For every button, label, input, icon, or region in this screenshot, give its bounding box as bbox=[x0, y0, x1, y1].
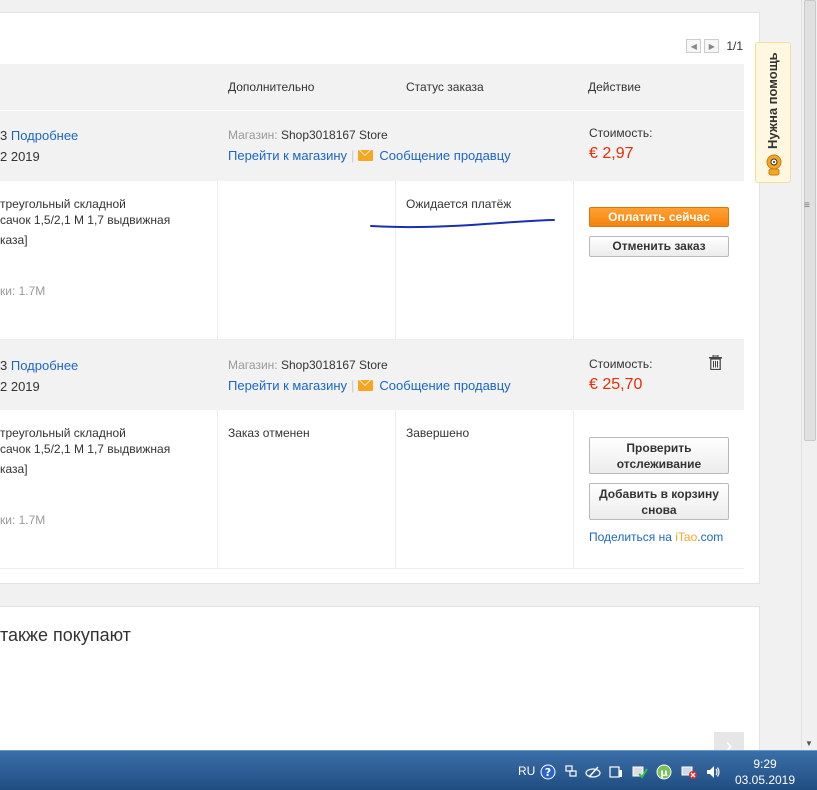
column-status: Статус заказа bbox=[406, 80, 484, 94]
grip-icon: ≡ bbox=[804, 200, 810, 211]
column-header-row: Дополнительно Статус заказа Действие bbox=[0, 64, 744, 110]
pen-icon[interactable] bbox=[585, 764, 601, 780]
column-action: Действие bbox=[588, 80, 641, 94]
network-icon[interactable] bbox=[563, 764, 579, 780]
product-note: каза] bbox=[0, 462, 28, 476]
orders-card: ◀ ▶ 1/1 Дополнительно Статус заказа Дейс… bbox=[0, 12, 760, 584]
order-additional: Заказ отменен bbox=[228, 426, 310, 440]
order-date: 2 2019 bbox=[0, 149, 40, 164]
separator: | bbox=[351, 378, 355, 393]
order-id: 3 bbox=[0, 128, 8, 143]
message-seller-link[interactable]: Сообщение продавцу bbox=[379, 148, 510, 163]
clock[interactable]: 9:29 03.05.2019 bbox=[730, 756, 800, 788]
cost-label: Стоимость: bbox=[589, 357, 653, 371]
track-order-button[interactable]: Проверить отслеживание bbox=[589, 437, 729, 474]
column-additional: Дополнительно bbox=[228, 80, 315, 94]
product-title-line[interactable]: треугольный складной bbox=[0, 426, 126, 440]
order-details-link[interactable]: Подробнее bbox=[11, 358, 78, 373]
cost-label: Стоимость: bbox=[589, 126, 653, 140]
recommendations-title: также покупают bbox=[0, 625, 131, 645]
scroll-down-arrow-icon[interactable]: ▼ bbox=[805, 739, 813, 748]
mascot-icon bbox=[766, 154, 782, 176]
device-icon[interactable] bbox=[608, 764, 624, 780]
add-to-cart-button-line2: снова bbox=[641, 503, 677, 517]
order-body: треугольный складной сачок 1,5/2,1 М 1,7… bbox=[0, 181, 744, 340]
share-itao-link[interactable]: Поделиться на iTao.com bbox=[589, 530, 723, 544]
order-header: 3 Подробнее 2 2019 Магазин: Shop3018167 … bbox=[0, 340, 744, 410]
order-date: 2 2019 bbox=[0, 379, 40, 394]
pay-now-button[interactable]: Оплатить сейчас bbox=[589, 207, 729, 227]
page-scrollbar[interactable]: ≡ ▼ bbox=[801, 0, 817, 750]
itao-brand-tao: Tao bbox=[677, 530, 698, 544]
track-order-button-line1: Проверить bbox=[626, 441, 692, 455]
safely-remove-icon[interactable] bbox=[632, 764, 648, 780]
order-body: треугольный складной сачок 1,5/2,1 М 1,7… bbox=[0, 410, 744, 569]
divider bbox=[217, 410, 218, 568]
product-title-line[interactable]: треугольный складной bbox=[0, 197, 126, 211]
message-seller-link[interactable]: Сообщение продавцу bbox=[379, 378, 510, 393]
order-cost: € 25,70 bbox=[589, 376, 643, 393]
go-to-store-link[interactable]: Перейти к магазину bbox=[228, 148, 347, 163]
trash-icon[interactable] bbox=[709, 355, 722, 370]
product-title-line[interactable]: сачок 1,5/2,1 М 1,7 выдвижная bbox=[0, 442, 170, 456]
share-prefix: Поделиться на bbox=[589, 530, 676, 544]
divider bbox=[395, 181, 396, 339]
order-status: Завершено bbox=[406, 426, 470, 440]
store-name: Shop3018167 Store bbox=[280, 128, 388, 142]
track-order-button-line2: отслеживание bbox=[616, 457, 702, 471]
product-note: каза] bbox=[0, 233, 28, 247]
order-id: 3 bbox=[0, 358, 8, 373]
store-name: Shop3018167 Store bbox=[280, 358, 388, 372]
svg-text:µ: µ bbox=[660, 768, 668, 779]
store-label: Магазин: bbox=[228, 128, 278, 142]
divider bbox=[573, 181, 574, 339]
add-to-cart-again-button[interactable]: Добавить в корзину снова bbox=[589, 483, 729, 520]
clock-date: 03.05.2019 bbox=[734, 773, 796, 787]
network-error-icon[interactable] bbox=[681, 764, 697, 780]
help-tab[interactable]: Нужна помощь bbox=[755, 42, 791, 183]
go-to-store-link[interactable]: Перейти к магазину bbox=[228, 378, 347, 393]
pager: ◀ ▶ 1/1 bbox=[686, 39, 743, 53]
order-details-link[interactable]: Подробнее bbox=[11, 128, 78, 143]
store-label: Магазин: bbox=[228, 358, 278, 372]
cancel-order-button[interactable]: Отменить заказ bbox=[589, 236, 729, 257]
pager-count: 1/1 bbox=[726, 39, 743, 53]
scrollbar-thumb[interactable] bbox=[804, 0, 816, 441]
separator: | bbox=[351, 148, 355, 163]
itao-brand-com: .com bbox=[697, 530, 724, 544]
product-attribute: ки: 1.7M bbox=[0, 513, 46, 527]
order-status: Ожидается платёж bbox=[406, 197, 512, 211]
svg-text:?: ? bbox=[545, 766, 551, 779]
divider bbox=[395, 410, 396, 568]
add-to-cart-button-line1: Добавить в корзину bbox=[599, 487, 719, 501]
envelope-icon bbox=[358, 380, 374, 391]
annotation-underline bbox=[370, 219, 555, 229]
pager-prev-button[interactable]: ◀ bbox=[686, 39, 702, 53]
pager-next-button[interactable]: ▶ bbox=[704, 39, 720, 53]
help-tab-label: Нужна помощь bbox=[765, 52, 780, 149]
product-attribute: ки: 1.7M bbox=[0, 284, 46, 298]
volume-icon[interactable] bbox=[705, 764, 721, 780]
utorrent-icon[interactable]: µ bbox=[656, 764, 672, 780]
divider bbox=[573, 410, 574, 568]
help-icon[interactable]: ? bbox=[540, 764, 556, 780]
divider bbox=[217, 181, 218, 339]
clock-time: 9:29 bbox=[753, 757, 777, 771]
windows-taskbar: RU ? µ 9:29 03.05.2019 bbox=[0, 750, 817, 790]
order-header: 3 Подробнее 2 2019 Магазин: Shop3018167 … bbox=[0, 111, 744, 181]
language-indicator[interactable]: RU bbox=[518, 764, 535, 778]
envelope-icon bbox=[358, 150, 374, 161]
product-title-line[interactable]: сачок 1,5/2,1 М 1,7 выдвижная bbox=[0, 213, 170, 227]
order-cost: € 2,97 bbox=[589, 145, 634, 162]
